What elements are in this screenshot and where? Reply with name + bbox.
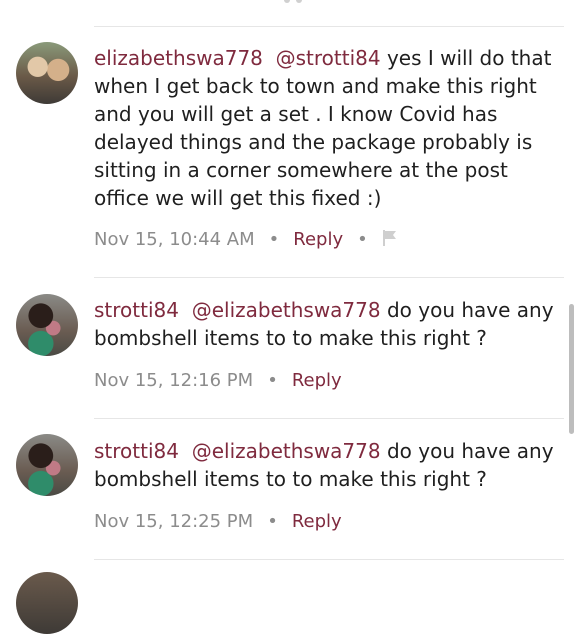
reply-button[interactable]: Reply (293, 229, 343, 250)
comment-body: strotti84 @elizabethswa778 do you have a… (94, 296, 564, 352)
comment-body: elizabethswa778 @strotti84 yes I will do… (94, 44, 564, 212)
separator-dot: • (357, 229, 368, 250)
comment-mention[interactable]: @elizabethswa778 (192, 439, 381, 463)
scrollbar[interactable] (569, 304, 574, 434)
user-avatar[interactable] (16, 572, 78, 634)
comment-timestamp: Nov 15, 10:44 AM (94, 229, 255, 250)
user-avatar[interactable] (16, 434, 78, 496)
divider (94, 418, 564, 419)
divider (94, 559, 564, 560)
user-avatar[interactable] (16, 42, 78, 104)
separator-dot: • (267, 370, 278, 391)
comment-timestamp: Nov 15, 12:25 PM (94, 511, 254, 532)
comment-timestamp: Nov 15, 12:16 PM (94, 370, 254, 391)
divider (94, 26, 564, 27)
comment-mention[interactable]: @elizabethswa778 (192, 298, 381, 322)
comment-username[interactable]: elizabethswa778 (94, 46, 263, 70)
user-avatar[interactable] (16, 294, 78, 356)
reply-button[interactable]: Reply (292, 370, 342, 391)
separator-dot: • (268, 229, 280, 250)
separator-dot: • (267, 511, 278, 532)
comment-body: strotti84 @elizabethswa778 do you have a… (94, 437, 564, 493)
comment-meta: Nov 15, 10:44 AM • Reply • (94, 228, 398, 254)
flag-icon[interactable] (382, 229, 398, 254)
dot-icon (296, 0, 302, 3)
comment-text: yes I will do that when I get back to to… (94, 46, 552, 210)
comment-mention[interactable]: @strotti84 (276, 46, 381, 70)
reply-button[interactable]: Reply (292, 511, 342, 532)
comment-username[interactable]: strotti84 (94, 298, 179, 322)
divider (94, 277, 564, 278)
comment-username[interactable]: strotti84 (94, 439, 179, 463)
dot-icon (284, 0, 290, 3)
comment-meta: Nov 15, 12:25 PM • Reply (94, 510, 342, 534)
previous-comment-remnant (0, 0, 580, 6)
comment-meta: Nov 15, 12:16 PM • Reply (94, 369, 342, 393)
